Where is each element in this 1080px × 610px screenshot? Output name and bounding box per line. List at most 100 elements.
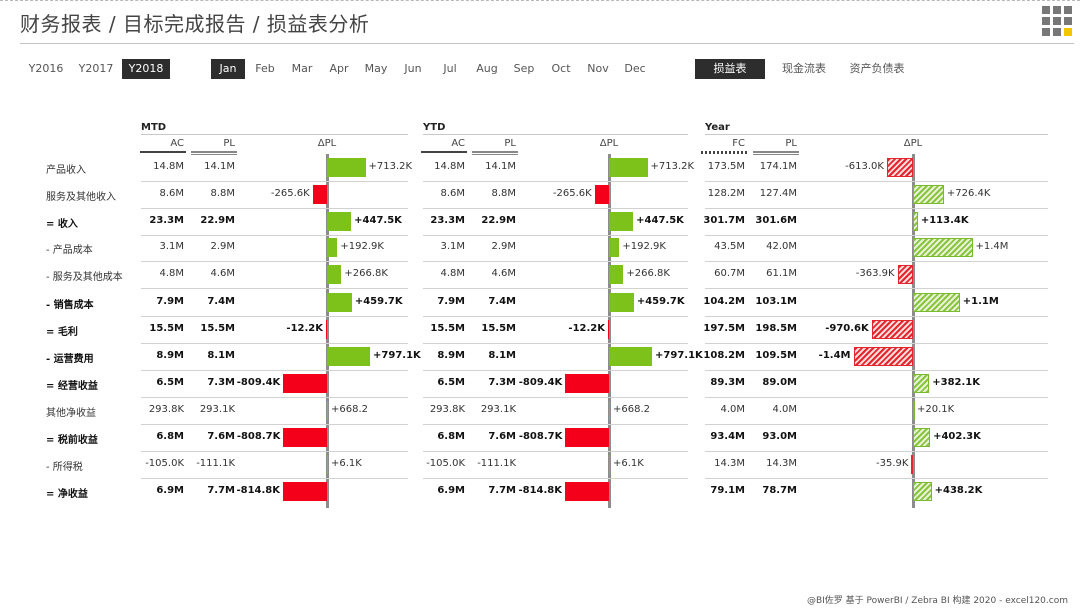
value-pl: 4.6M <box>210 268 235 279</box>
delta-label: +1.4M <box>975 241 1009 252</box>
delta-label: -12.2K <box>286 323 323 334</box>
delta-label: -808.7K <box>236 431 281 442</box>
delta-bar <box>327 401 328 420</box>
delta-label: -814.8K <box>518 485 563 496</box>
row-separator <box>141 288 408 289</box>
month-tab-2[interactable]: Mar <box>285 59 319 79</box>
value-fc: 197.5M <box>703 323 745 334</box>
value-pl: 7.6M <box>488 431 516 442</box>
month-tab-4[interactable]: May <box>359 59 393 79</box>
row-separator <box>705 316 1048 317</box>
row-label: = 税前收益 <box>46 435 98 446</box>
delta-label: +402.3K <box>933 431 981 442</box>
delta-bar <box>327 212 352 231</box>
app-grid-icon[interactable] <box>1042 6 1072 36</box>
column-header-fc: FC <box>732 138 745 149</box>
month-tab-8[interactable]: Sep <box>507 59 541 79</box>
report-tab-0[interactable]: 损益表 <box>695 59 765 79</box>
value-pl: 22.9M <box>481 215 516 226</box>
delta-bar <box>913 212 918 231</box>
column-header-ac: AC <box>170 138 184 149</box>
value-pl: 89.0M <box>762 377 797 388</box>
delta-label: +192.9K <box>340 241 384 252</box>
delta-bar <box>913 401 915 420</box>
value-pl: 14.1M <box>204 161 235 172</box>
row-separator <box>423 261 688 262</box>
top-dashed-border <box>0 0 1080 1</box>
value-pl: 8.1M <box>207 350 235 361</box>
row-separator <box>423 288 688 289</box>
month-tab-0[interactable]: Jan <box>211 59 245 79</box>
value-pl: 2.9M <box>210 241 235 252</box>
value-pl: 8.1M <box>488 350 516 361</box>
year-tab-2[interactable]: Y2018 <box>122 59 170 79</box>
row-separator <box>423 370 688 371</box>
value-fc: 173.5M <box>707 161 745 172</box>
year-tab-0[interactable]: Y2016 <box>22 59 70 79</box>
delta-label: -808.7K <box>518 431 563 442</box>
month-tab-11[interactable]: Dec <box>618 59 652 79</box>
delta-bar <box>312 185 327 204</box>
delta-bar <box>283 482 327 501</box>
month-tab-6[interactable]: Jul <box>433 59 467 79</box>
delta-label: -613.0K <box>845 161 884 172</box>
value-pl: 93.0M <box>762 431 797 442</box>
value-pl: 7.7M <box>207 485 235 496</box>
delta-label: -363.9K <box>855 268 895 279</box>
value-pl: 4.6M <box>491 268 516 279</box>
value-fc: 301.7M <box>703 215 745 226</box>
delta-bar <box>913 428 931 447</box>
month-tab-3[interactable]: Apr <box>322 59 356 79</box>
year-selector: Y2016 Y2017 Y2018 <box>22 59 182 79</box>
row-label: 产品收入 <box>46 165 86 176</box>
row-separator <box>141 478 408 479</box>
value-pl: 7.6M <box>207 431 235 442</box>
value-pl: 7.7M <box>488 485 516 496</box>
value-pl: 4.0M <box>772 404 797 415</box>
month-tab-7[interactable]: Aug <box>470 59 504 79</box>
year-tab-1[interactable]: Y2017 <box>72 59 120 79</box>
column-header-delta: ΔPL <box>317 138 337 149</box>
month-tab-9[interactable]: Oct <box>544 59 578 79</box>
delta-bar <box>327 455 328 474</box>
row-label: = 经营收益 <box>46 381 98 392</box>
value-fc: 43.5M <box>714 241 745 252</box>
delta-bar <box>886 158 913 177</box>
row-separator <box>423 181 688 182</box>
delta-bar <box>897 265 913 284</box>
section-top-rule <box>423 134 688 135</box>
value-pl: 2.9M <box>491 241 516 252</box>
value-pl: 7.3M <box>488 377 516 388</box>
delta-label: +726.4K <box>946 188 991 199</box>
value-pl: 14.3M <box>766 458 797 469</box>
month-tab-1[interactable]: Feb <box>248 59 282 79</box>
value-pl: 22.9M <box>200 215 235 226</box>
section-title: YTD <box>423 122 446 133</box>
delta-label: -814.8K <box>236 485 281 496</box>
report-tab-2[interactable]: 资产负债表 <box>841 59 913 79</box>
month-tab-5[interactable]: Jun <box>396 59 430 79</box>
report-tab-1[interactable]: 现金流表 <box>771 59 837 79</box>
value-fc: 108.2M <box>703 350 745 361</box>
delta-bar <box>565 428 609 447</box>
value-pl: 109.5M <box>755 350 797 361</box>
delta-bar <box>853 347 913 366</box>
row-separator <box>423 451 688 452</box>
column-header-pl: PL <box>504 138 516 149</box>
value-pl: 7.3M <box>207 377 235 388</box>
row-separator <box>141 261 408 262</box>
delta-bar <box>283 428 327 447</box>
report-selector: 损益表 现金流表 资产负债表 <box>695 59 925 79</box>
delta-bar <box>327 293 352 312</box>
value-fc: 60.7M <box>714 268 745 279</box>
month-tab-10[interactable]: Nov <box>581 59 615 79</box>
row-separator <box>423 478 688 479</box>
delta-label: -970.6K <box>825 323 869 334</box>
delta-label: +266.8K <box>626 268 670 279</box>
value-fc: 89.3M <box>710 377 745 388</box>
delta-bar <box>913 185 944 204</box>
row-label: - 所得税 <box>46 462 83 473</box>
row-separator <box>423 424 688 425</box>
value-pl: 61.1M <box>766 268 797 279</box>
delta-bar <box>871 320 913 339</box>
